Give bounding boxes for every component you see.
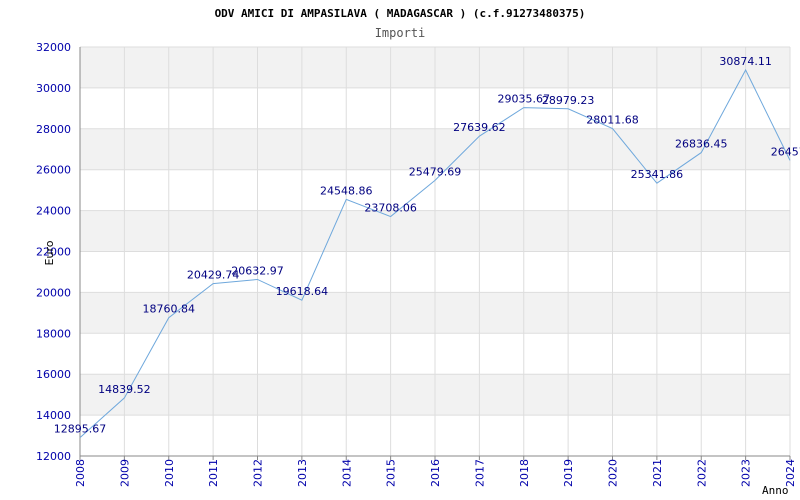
x-tick-label: 2017	[473, 459, 486, 487]
data-label: 24548.86	[320, 184, 373, 197]
x-tick-label: 2021	[651, 459, 664, 487]
y-tick-label: 18000	[36, 327, 71, 340]
data-label: 28979.23	[542, 94, 595, 107]
y-tick-label: 26000	[36, 164, 71, 177]
data-label: 28011.68	[586, 114, 639, 127]
data-label: 20632.97	[231, 264, 284, 277]
y-tick-label: 24000	[36, 205, 71, 218]
y-tick-label: 14000	[36, 409, 71, 422]
y-tick-label: 32000	[36, 41, 71, 54]
x-tick-label: 2011	[207, 459, 220, 487]
x-tick-label: 2023	[740, 459, 753, 487]
y-tick-label: 30000	[36, 82, 71, 95]
x-tick-label: 2024	[784, 459, 797, 487]
y-tick-label: 28000	[36, 123, 71, 136]
x-tick-label: 2009	[118, 459, 131, 487]
y-tick-label: 20000	[36, 286, 71, 299]
data-label: 30874.11	[719, 55, 772, 68]
x-tick-label: 2020	[607, 459, 620, 487]
x-tick-label: 2012	[252, 459, 265, 487]
data-label: 18760.84	[143, 303, 196, 316]
data-label: 26836.45	[675, 138, 728, 151]
line-chart: 1200014000160001800020000220002400026000…	[36, 7, 800, 497]
y-axis-label: Euro	[43, 240, 56, 265]
x-tick-label: 2019	[562, 459, 575, 487]
data-label: 19618.64	[276, 285, 329, 298]
data-label: 25479.69	[409, 165, 462, 178]
chart-title: ODV AMICI DI AMPASILAVA ( MADAGASCAR ) (…	[215, 7, 586, 20]
x-tick-label: 2022	[695, 459, 708, 487]
data-label: 12895.67	[54, 423, 107, 436]
x-tick-label: 2016	[429, 459, 442, 487]
x-tick-label: 2014	[340, 459, 353, 487]
x-tick-label: 2008	[74, 459, 87, 487]
data-label: 14839.52	[98, 383, 151, 396]
x-tick-label: 2010	[163, 459, 176, 487]
x-tick-label: 2018	[518, 459, 531, 487]
x-axis-label: Anno	[762, 484, 789, 497]
chart-subtitle: Importi	[375, 26, 426, 40]
data-label: 27639.62	[453, 121, 506, 134]
x-tick-label: 2015	[385, 459, 398, 487]
x-tick-labels: 2008 2009 2010 2011 2012 2013 2014 2015 2016 2017…	[74, 459, 797, 487]
y-tick-label: 12000	[36, 450, 71, 463]
data-label: 25341.86	[631, 168, 684, 181]
y-tick-label: 16000	[36, 368, 71, 381]
data-label: 26457.	[771, 145, 800, 158]
x-tick-label: 2013	[296, 459, 309, 487]
data-label: 23708.06	[364, 202, 417, 215]
